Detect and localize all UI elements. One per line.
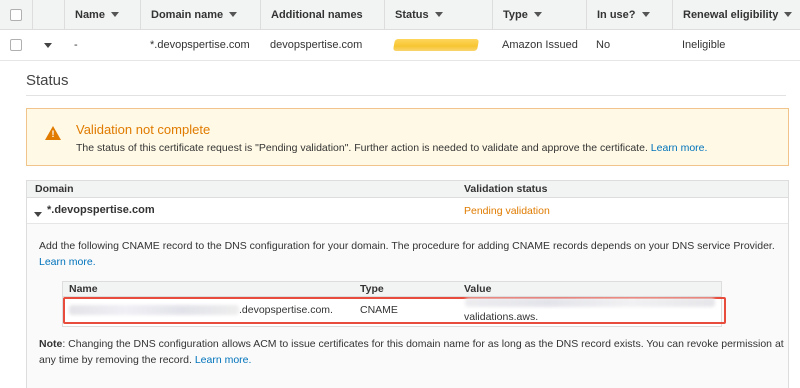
column-header-additional-names: Additional names: [260, 0, 384, 29]
cell-type: Amazon Issued: [502, 39, 578, 51]
sort-icon: [784, 12, 793, 17]
cell-renewal-eligibility: Ineligible: [682, 39, 726, 51]
column-header-record-name: Name: [69, 283, 98, 295]
status-section-title: Status: [26, 72, 69, 89]
cell-status: [384, 30, 492, 60]
instructions-learn-more-link[interactable]: Learn more.: [39, 256, 96, 268]
sort-icon: [229, 12, 238, 17]
sort-icon: [533, 12, 542, 17]
cname-instructions: Add the following CNAME record to the DN…: [39, 238, 784, 270]
cname-record-row[interactable]: .devopspertise.com. CNAME validations.aw…: [63, 297, 726, 327]
column-header-renewal-eligibility[interactable]: Renewal eligibility: [672, 0, 800, 29]
cell-name: -: [74, 39, 78, 51]
row-select-cell: [0, 30, 32, 60]
domain-name: *.devopspertise.com: [47, 204, 155, 216]
cell-domain-name: *.devopspertise.com: [150, 39, 250, 51]
record-value: validations.aws.: [464, 311, 539, 323]
column-header-record-type: Type: [360, 283, 384, 295]
column-header-domain-name[interactable]: Domain name: [140, 0, 260, 29]
status-redaction-mark: [392, 39, 480, 51]
certificate-detail-panel: Status ! Validation not complete The sta…: [14, 62, 800, 388]
row-expand-cell: [32, 30, 64, 60]
domain-row-expand[interactable]: [34, 208, 42, 220]
domain-row[interactable]: *.devopspertise.com Pending validation: [27, 198, 788, 224]
record-name-redaction: [69, 305, 239, 315]
collapse-caret-icon: [34, 212, 42, 217]
record-type: CNAME: [360, 304, 398, 316]
sort-icon: [110, 12, 119, 17]
cname-record-table: Name Type Value .devopspertise.com. CNAM…: [62, 281, 726, 327]
note-learn-more-link[interactable]: Learn more.: [195, 354, 252, 366]
dns-note: Note: Changing the DNS configuration all…: [39, 336, 784, 368]
cname-instructions-text: Add the following CNAME record to the DN…: [39, 240, 775, 252]
alert-title: Validation not complete: [76, 122, 211, 137]
validation-status-badge: Pending validation: [464, 205, 550, 217]
collapse-caret-icon[interactable]: [44, 42, 52, 48]
warning-icon-exclamation: !: [51, 129, 55, 139]
column-header-validation-status: Validation status: [464, 183, 548, 195]
column-header-domain: Domain: [35, 183, 74, 195]
certificates-table: Name Domain name Additional names Status…: [0, 0, 800, 62]
column-header-in-use-label: In use?: [597, 8, 636, 21]
alert-message: The status of this certificate request i…: [76, 142, 707, 154]
note-label: Note: [39, 338, 63, 350]
column-header-type[interactable]: Type: [492, 0, 586, 29]
column-header-type-label: Type: [503, 8, 528, 21]
column-header-name[interactable]: Name: [64, 0, 140, 29]
cname-table-header: Name Type Value: [63, 282, 721, 297]
column-header-status-label: Status: [395, 8, 429, 21]
column-header-renewal-eligibility-label: Renewal eligibility: [683, 8, 779, 21]
column-header-domain-name-label: Domain name: [151, 8, 224, 21]
note-text: : Changing the DNS configuration allows …: [39, 338, 784, 366]
header-select-cell: [0, 0, 32, 29]
column-header-status[interactable]: Status: [384, 0, 492, 29]
alert-learn-more-link[interactable]: Learn more.: [651, 142, 708, 154]
cell-additional-names: devopspertise.com: [270, 39, 363, 51]
sort-icon: [641, 12, 650, 17]
certificate-row[interactable]: - *.devopspertise.com devopspertise.com …: [0, 30, 800, 61]
header-expand-cell: [32, 0, 64, 29]
column-header-in-use[interactable]: In use?: [586, 0, 672, 29]
column-header-additional-names-label: Additional names: [271, 8, 363, 21]
record-name: .devopspertise.com.: [239, 304, 333, 316]
sort-icon: [434, 12, 443, 17]
record-value-redaction: [465, 298, 715, 307]
certificates-table-header: Name Domain name Additional names Status…: [0, 0, 800, 30]
column-header-name-label: Name: [75, 8, 105, 21]
domain-validation-table: Domain Validation status *.devopspertise…: [26, 180, 789, 388]
section-divider: [26, 95, 786, 96]
row-checkbox[interactable]: [10, 39, 22, 51]
cell-in-use: No: [596, 39, 611, 51]
domain-row-details: Add the following CNAME record to the DN…: [27, 224, 788, 388]
validation-alert: ! Validation not complete The status of …: [26, 108, 789, 166]
alert-message-text: The status of this certificate request i…: [76, 142, 648, 154]
select-all-checkbox[interactable]: [10, 8, 22, 21]
column-header-record-value: Value: [464, 283, 492, 295]
domain-table-header: Domain Validation status: [27, 181, 788, 198]
